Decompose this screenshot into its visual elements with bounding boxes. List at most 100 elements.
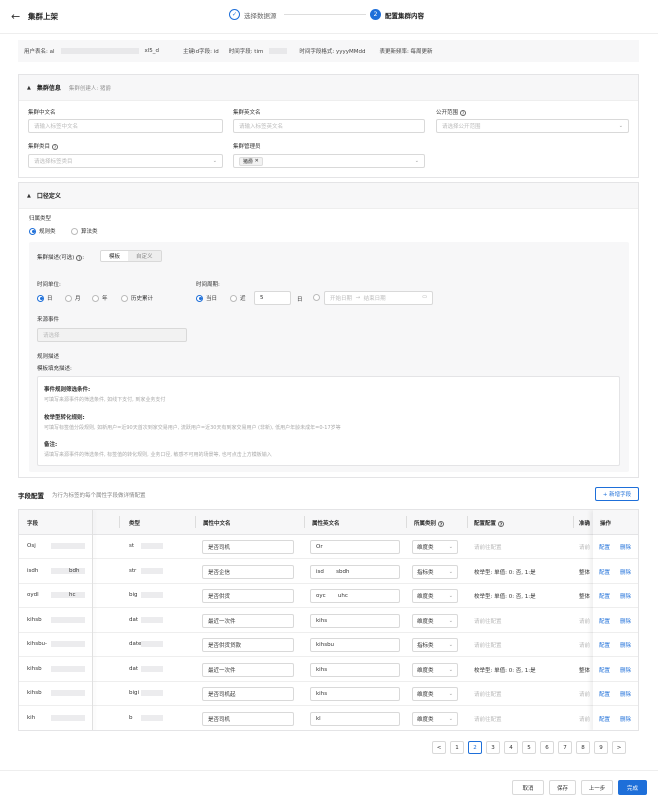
config-value[interactable]: 请前往配置: [474, 690, 502, 698]
config-action-link[interactable]: 配置: [599, 568, 610, 576]
delete-action-link[interactable]: 删除: [620, 666, 631, 674]
radio-day[interactable]: 日: [37, 294, 53, 302]
config-action-link[interactable]: 配置: [599, 641, 610, 649]
page-3[interactable]: 3: [486, 741, 500, 754]
delete-action-link[interactable]: 删除: [620, 568, 631, 576]
en-name-input[interactable]: kihs: [310, 613, 400, 628]
category-select[interactable]: 维度类 ⌄: [412, 662, 458, 677]
category-select[interactable]: 维度类 ⌄: [412, 540, 458, 554]
cancel-button[interactable]: 取消: [512, 780, 544, 795]
cluster-info-header[interactable]: ▲ 集群信息 集群创建人: 猪爵: [19, 75, 638, 101]
recent-days-stepper[interactable]: 5: [254, 291, 291, 305]
page-5[interactable]: 5: [522, 741, 536, 754]
cn-name-input[interactable]: 最近一次件: [202, 662, 294, 677]
help-icon: ?: [52, 143, 59, 150]
mode-template[interactable]: 模板: [101, 251, 129, 261]
mode-custom[interactable]: 自定义: [128, 251, 161, 261]
done-button[interactable]: 完成: [618, 780, 647, 795]
cn-name-input[interactable]: 是否企信: [202, 564, 294, 579]
config-action-link[interactable]: 配置: [599, 592, 610, 600]
cn-name-input[interactable]: 是否供货贷款: [202, 638, 294, 652]
page-4[interactable]: 4: [504, 741, 518, 754]
add-field-button[interactable]: + 新增字段: [595, 487, 639, 501]
config-action-link[interactable]: 配置: [599, 690, 610, 698]
rule-description-textarea[interactable]: 事件规则筛选条件: 可填写来源事件的筛选条件, 如线下支付, 到家业务支付 枚举…: [37, 376, 620, 466]
en-name-label: 集群英文名: [233, 110, 261, 116]
radio-today[interactable]: 当日: [196, 294, 217, 302]
radio-rule-type[interactable]: 规则类: [29, 227, 56, 235]
prev-step-button[interactable]: 上一步: [581, 780, 613, 795]
cn-name-input[interactable]: 是否司机: [202, 711, 294, 726]
config-action-link[interactable]: 配置: [599, 666, 610, 674]
chevron-down-icon: ⌄: [618, 123, 623, 129]
category-select[interactable]: 维度类 ⌄: [412, 711, 458, 726]
collapse-triangle-icon[interactable]: ▲: [27, 193, 31, 199]
back-arrow-icon[interactable]: ←: [11, 10, 20, 23]
category-select[interactable]: 维度类 ⌄: [412, 613, 458, 628]
radio-date-range[interactable]: [313, 294, 323, 301]
radio-recent[interactable]: 近: [230, 294, 246, 302]
radio-algorithm-type[interactable]: 算法类: [71, 227, 98, 235]
en-name-input[interactable]: kihsbu: [310, 638, 400, 652]
en-name-input[interactable]: kihs: [310, 662, 400, 677]
step-number: 2: [370, 9, 381, 20]
config-action-link[interactable]: 配置: [599, 543, 610, 551]
en-name-input[interactable]: isd sbdh: [310, 564, 400, 579]
date-range-picker[interactable]: 开始日期 → 结束日期 ▭: [324, 291, 433, 305]
collapse-triangle-icon[interactable]: ▲: [27, 85, 31, 91]
delete-action-link[interactable]: 删除: [620, 617, 631, 625]
table-name: 用户表名: al: [24, 49, 55, 55]
config-action-link[interactable]: 配置: [599, 617, 610, 625]
desc-mode-toggle[interactable]: 模板 自定义: [100, 250, 162, 262]
block-title: 事件规则筛选条件:: [44, 387, 91, 393]
page-6[interactable]: 6: [540, 741, 554, 754]
key-field: 主键id字段: id: [183, 49, 219, 55]
redacted-mask: [51, 567, 85, 574]
page-7[interactable]: 7: [558, 741, 572, 754]
prev-page-button[interactable]: <: [432, 741, 446, 754]
page-1[interactable]: 1: [450, 741, 464, 754]
cn-name-input[interactable]: 请输入标签中文名: [28, 119, 223, 133]
config-value[interactable]: 请前往配置: [474, 641, 502, 649]
delete-action-link[interactable]: 删除: [620, 543, 631, 551]
source-event-select[interactable]: 请选择: [37, 328, 187, 342]
category-select[interactable]: 维度类 ⌄: [412, 687, 458, 701]
scope-select[interactable]: 请选择公开范围 ⌄: [436, 119, 629, 133]
config-action-link[interactable]: 配置: [599, 715, 610, 723]
config-value[interactable]: 请前往配置: [474, 617, 502, 625]
en-name-input[interactable]: 请输入标签英文名: [233, 119, 425, 133]
step-select-source[interactable]: ✓ 选择数据源: [229, 9, 277, 20]
table-row: kihsb bigi 是否司机起 kihs 维度类 ⌄ 请前往配置 请前: [19, 682, 638, 706]
delete-action-link[interactable]: 删除: [620, 690, 631, 698]
cn-name-input[interactable]: 是否供货: [202, 589, 294, 603]
en-name-input[interactable]: oyc uhc: [310, 589, 400, 603]
save-button[interactable]: 保存: [549, 780, 576, 795]
cn-name-input[interactable]: 是否司机起: [202, 687, 294, 701]
page-2[interactable]: 2: [468, 741, 482, 754]
page-8[interactable]: 8: [576, 741, 590, 754]
en-name-input[interactable]: kihs: [310, 687, 400, 701]
delete-action-link[interactable]: 删除: [620, 715, 631, 723]
table-header: 字段 类型 属性中文名 属性英文名 所属类别? 配置配置? 准确: [19, 510, 638, 535]
delete-action-link[interactable]: 删除: [620, 641, 631, 649]
config-value[interactable]: 请前往配置: [474, 715, 502, 723]
metric-def-header[interactable]: ▲ 口径定义: [19, 183, 638, 209]
category-select[interactable]: 指标类 ⌄: [412, 564, 458, 579]
radio-history[interactable]: 历史累计: [121, 294, 153, 302]
cn-name-input[interactable]: 最近一次件: [202, 613, 294, 628]
category-select[interactable]: 指标类 ⌄: [412, 638, 458, 652]
cn-name-input[interactable]: 是否司机: [202, 540, 294, 554]
page-9[interactable]: 9: [594, 741, 608, 754]
config-value[interactable]: 请前往配置: [474, 543, 502, 551]
admin-select[interactable]: 猪爵 ✕ ⌄: [233, 154, 425, 168]
radio-month[interactable]: 月: [65, 294, 81, 302]
step-config-content[interactable]: 2 配置集群内容: [370, 9, 424, 20]
category-select[interactable]: 请选择标签类目 ⌄: [28, 154, 223, 168]
category-select[interactable]: 维度类 ⌄: [412, 589, 458, 603]
en-name-input[interactable]: Or: [310, 540, 400, 554]
close-icon[interactable]: ✕: [255, 158, 259, 164]
next-page-button[interactable]: >: [612, 741, 626, 754]
en-name-input[interactable]: kl: [310, 711, 400, 726]
delete-action-link[interactable]: 删除: [620, 592, 631, 600]
radio-year[interactable]: 年: [92, 294, 108, 302]
